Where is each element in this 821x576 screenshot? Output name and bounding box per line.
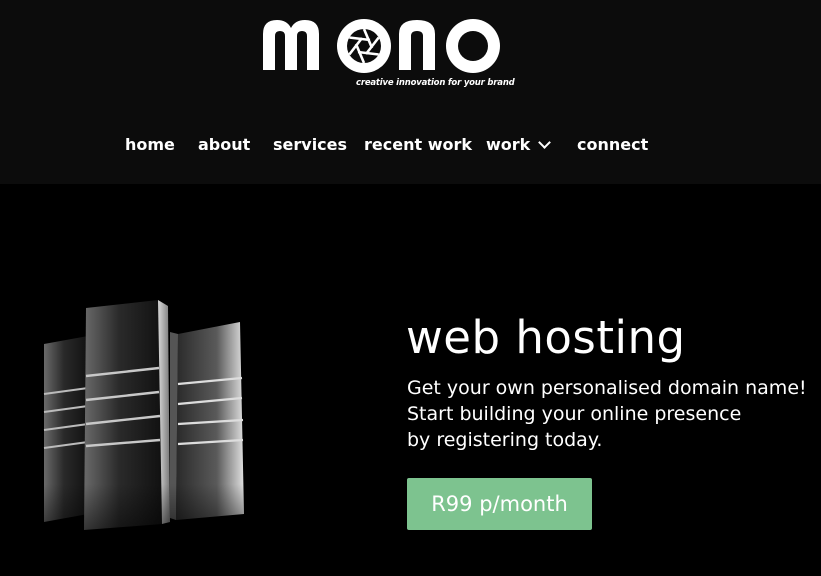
hero-line-2: Start building your online presence (407, 403, 742, 425)
nav-item-work[interactable]: work (486, 134, 552, 156)
logo-wordmark-graphic (263, 19, 500, 73)
nav-item-home[interactable]: home (125, 134, 175, 156)
page: creative innovation for your brand home … (0, 0, 821, 576)
chevron-down-icon (538, 136, 552, 149)
hero-title: web hosting (406, 311, 686, 364)
nav-item-about[interactable]: about (198, 134, 250, 156)
price-cta-button[interactable]: R99 p/month (407, 478, 592, 530)
nav-item-services[interactable]: services (273, 134, 347, 156)
server-racks-image (28, 300, 278, 576)
nav-item-work-label: work (486, 135, 531, 154)
hero-line-3: by registering today. (407, 429, 603, 451)
logo[interactable]: creative innovation for your brand (259, 8, 515, 92)
hero-line-1: Get your own personalised domain name! (407, 377, 807, 399)
site-header: creative innovation for your brand home … (0, 0, 821, 184)
main-nav: home about services recent work work con… (0, 134, 821, 156)
hero-section: web hosting Get your own personalised do… (0, 184, 821, 576)
hero-description: Get your own personalised domain name! S… (407, 375, 817, 453)
nav-item-recent-work[interactable]: recent work (364, 134, 472, 156)
logo-tagline: creative innovation for your brand (356, 78, 515, 88)
nav-item-connect[interactable]: connect (577, 134, 648, 156)
